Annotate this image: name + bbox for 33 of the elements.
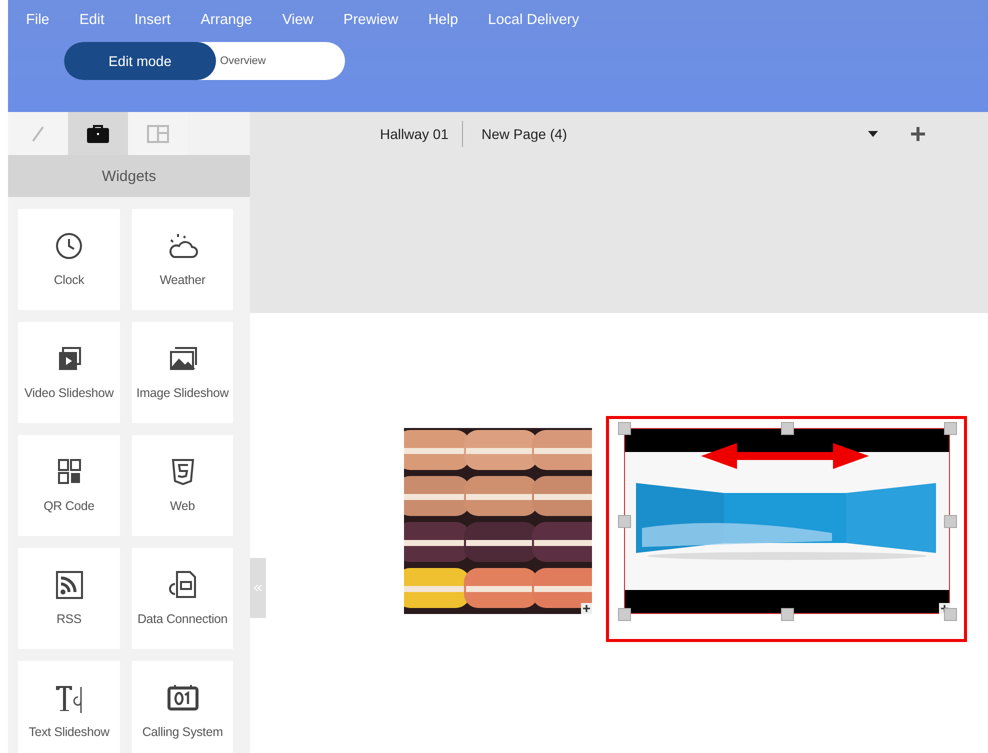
collapse-icon: [254, 585, 262, 591]
mode-toggle-button[interactable]: Overview: [216, 42, 345, 80]
widget-tile[interactable]: QR Code: [18, 435, 120, 536]
page-tab[interactable]: New Page (4): [463, 121, 568, 147]
widget-tile[interactable]: Image Slideshow: [132, 322, 233, 423]
resize-handle[interactable]: [781, 608, 794, 621]
resize-handle[interactable]: [944, 422, 957, 435]
briefcase-icon: [86, 124, 110, 144]
widget-tile[interactable]: Clock: [18, 209, 120, 310]
counter-icon: [166, 683, 200, 713]
mode-toggle-button[interactable]: Edit mode: [64, 42, 216, 80]
widget-tile[interactable]: Data Connection: [132, 548, 233, 649]
page-tab[interactable]: Hallway 01: [380, 121, 464, 147]
add-icon[interactable]: [910, 126, 926, 142]
resize-handle[interactable]: [618, 608, 631, 621]
widget-tile[interactable]: Web: [132, 435, 233, 536]
resize-handle[interactable]: [944, 608, 957, 621]
resize-handle[interactable]: [781, 422, 794, 435]
plus-icon[interactable]: [581, 603, 592, 614]
widget-tile[interactable]: Weather: [132, 209, 233, 310]
resize-handle[interactable]: [944, 515, 957, 528]
dropdown-caret-icon[interactable]: [868, 131, 878, 137]
collapse-handle[interactable]: [250, 558, 266, 618]
widget-tile[interactable]: Calling System: [132, 661, 233, 753]
panel-tab[interactable]: [68, 112, 128, 155]
pencil-icon: [30, 124, 46, 142]
resize-handle[interactable]: [618, 422, 631, 435]
widget-tile[interactable]: RSS: [18, 548, 120, 649]
widget-tile[interactable]: Video Slideshow: [18, 322, 120, 423]
panel-title: Widgets: [8, 155, 250, 197]
resize-handle[interactable]: [618, 515, 631, 528]
widget-tile[interactable]: Text Slideshow: [18, 661, 120, 753]
layout-icon: [147, 124, 169, 142]
